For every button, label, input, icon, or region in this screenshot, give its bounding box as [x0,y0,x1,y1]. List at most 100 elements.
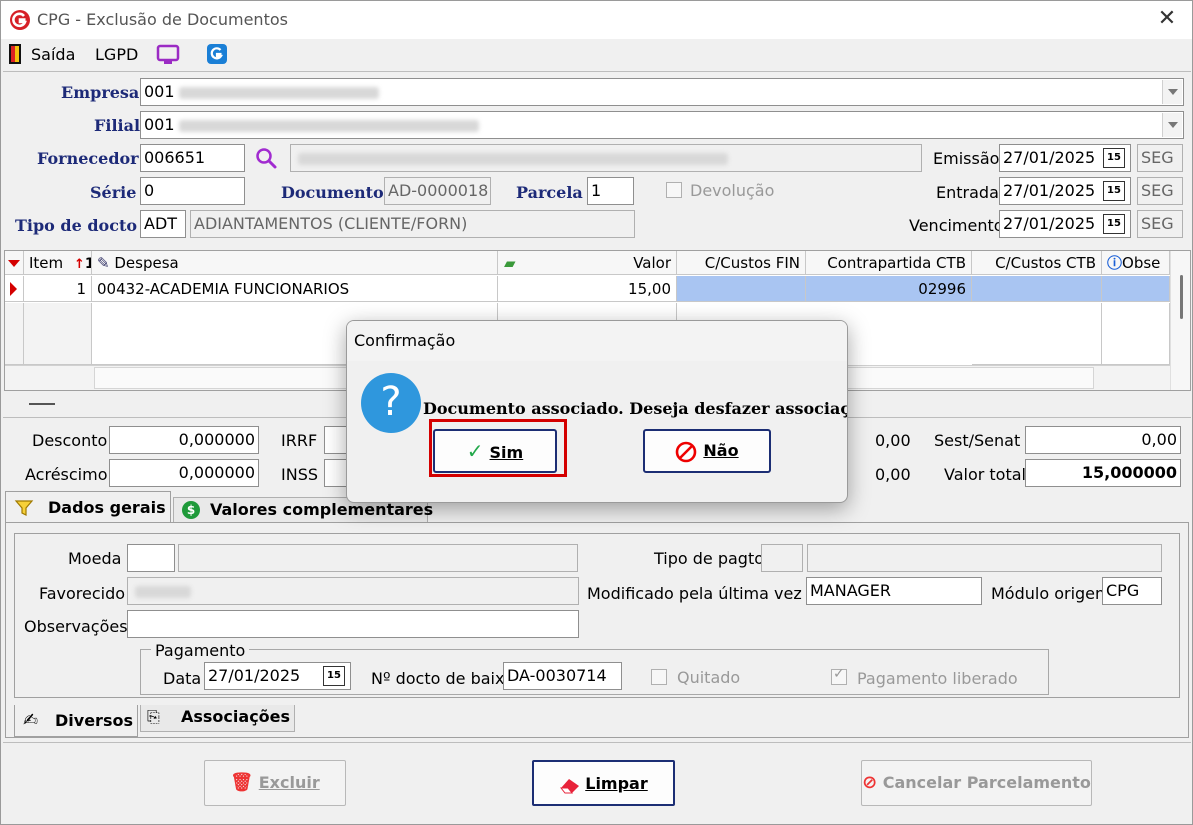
grid-header-obse[interactable]: ⓘObse [1102,251,1170,275]
empty-cell [24,303,92,365]
edit-page-icon: ✍ [23,710,39,731]
money-icon: ▰ [504,254,516,272]
eraser-icon [560,778,580,793]
vencimento-date-input[interactable]: 27/01/2025 15 [999,210,1131,238]
confirmation-dialog: Confirmação ? Documento associado. Desej… [346,320,848,503]
entrada-label: Entrada [936,183,999,202]
tipo-pagto-desc [807,544,1162,572]
quitado-label: Quitado [677,668,741,687]
close-icon[interactable]: ✕ [1153,4,1181,34]
chevron-down-icon[interactable] [1162,80,1182,104]
valor-total-field: 15,000000 [1025,459,1181,487]
table-row-ccfin[interactable] [677,276,806,302]
value-field-1: 0,00 [875,431,911,450]
calendar-icon[interactable]: 15 [1103,214,1125,234]
lgpd-button[interactable]: LGPD [95,45,138,64]
sim-button[interactable]: ✓ Sim [433,429,557,473]
tipo-pagto-code [761,544,803,572]
acrescimo-input[interactable]: 0,000000 [109,459,259,487]
modulo-origem-field: CPG [1102,577,1162,605]
grid-header-item[interactable]: Item ↑1 [24,251,92,275]
link-document-icon: ⎘ [147,707,160,726]
pagamento-legend: Pagamento [151,641,250,660]
exit-door-icon[interactable] [8,43,22,65]
calendar-icon[interactable]: 15 [323,666,345,686]
scrollbar-thumb[interactable] [1180,275,1183,319]
cancelar-parcelamento-button[interactable]: ⊘ Cancelar Parcelamento [861,760,1092,806]
calendar-icon[interactable]: 15 [1103,181,1125,201]
calendar-icon[interactable]: 15 [1103,148,1125,168]
docto-baixa-label: Nº docto de baixa [371,669,515,688]
monitor-icon[interactable] [156,44,180,66]
no-entry-icon [676,441,697,462]
tipo-docto-label: Tipo de docto [15,216,138,235]
no-entry-icon: ⊘ [862,772,878,793]
table-row-obse[interactable] [1102,276,1170,302]
devolucao-label: Devolução [690,181,775,200]
vertical-scrollbar[interactable] [1170,251,1190,390]
table-row-valor[interactable]: 15,00 [498,276,677,302]
title-bar: CPG - Exclusão de Documentos ✕ [1,1,1192,39]
empresa-label: Empresa [61,83,140,102]
app-logo-icon [10,10,30,30]
quitado-checkbox[interactable] [651,669,667,685]
modulo-origem-label: Módulo origem [991,584,1111,603]
grid-header-ccfin[interactable]: C/Custos FIN [677,251,806,275]
tab-associacoes[interactable]: ⎘ Associações [140,705,295,732]
filial-label: Filial [94,116,141,135]
empresa-select[interactable]: 001 [140,78,1184,106]
check-icon: ✓ [833,666,845,682]
pagamento-data-input[interactable]: 27/01/2025 15 [204,662,351,690]
data-label: Data [163,669,202,688]
pagamento-liberado-checkbox[interactable]: ✓ [831,666,847,685]
fornecedor-name-field [290,144,922,172]
vencimento-label: Vencimento [909,216,1004,235]
grid-header-contrapartida[interactable]: Contrapartida CTB [806,251,972,275]
inss-label: INSS [281,465,318,484]
docto-baixa-field: DA-0030714 [503,662,622,690]
app-g-icon[interactable] [206,43,228,65]
entrada-date-input[interactable]: 27/01/2025 15 [999,177,1131,205]
search-icon[interactable] [254,146,278,170]
trash-icon: 🗑︎ [230,772,254,793]
desconto-input[interactable]: 0,000000 [109,426,259,454]
grid-header-despesa[interactable]: ✎ Despesa [92,251,498,275]
empty-cell [1102,303,1170,365]
excluir-button[interactable]: 🗑︎ Excluir [204,760,346,806]
empty-row-indicator [5,303,24,365]
splitter-handle[interactable] [29,403,55,405]
documento-label: Documento [281,183,384,202]
devolucao-checkbox[interactable] [666,182,682,198]
table-row-ccctb[interactable] [972,276,1102,302]
vencimento-weekday: SEG [1137,210,1183,238]
sest-senat-input[interactable]: 0,00 [1025,426,1181,454]
tab-diversos[interactable]: ✍ Diversos [14,705,138,737]
saida-button[interactable]: Saída [31,45,75,64]
filial-select[interactable]: 001 [140,111,1184,139]
grid-header-valor[interactable]: ▰ Valor [498,251,677,275]
parcela-input[interactable]: 1 [587,177,634,205]
modificado-label: Modificado pela última vez por [587,584,834,603]
tipo-docto-code-input[interactable]: ADT [140,210,186,238]
nao-button[interactable]: Não [643,429,771,473]
moeda-label: Moeda [68,549,122,568]
question-icon: ? [361,373,421,433]
chevron-down-icon[interactable] [1162,113,1182,137]
filter-funnel-icon [14,500,34,516]
fornecedor-label: Fornecedor [37,149,139,168]
table-row-item[interactable]: 1 [24,276,92,302]
table-row-despesa[interactable]: 00432-ACADEMIA FUNCIONARIOS [92,276,498,302]
fornecedor-code-input[interactable]: 006651 [140,144,245,172]
triangle-down-icon [8,260,20,267]
sort-arrow-icon: ↑ [73,257,85,272]
emissao-label: Emissão [933,149,1000,168]
serie-label: Série [90,183,137,202]
serie-input[interactable]: 0 [140,177,245,205]
table-row-contrapartida[interactable]: 02996 [806,276,972,302]
limpar-button[interactable]: Limpar [532,760,675,806]
moeda-code-input[interactable] [127,544,175,572]
grid-header-ccctb[interactable]: C/Custos CTB [972,251,1102,275]
emissao-date-input[interactable]: 27/01/2025 15 [999,144,1131,172]
observacoes-input[interactable] [127,610,579,638]
tab-dados-gerais[interactable]: Dados gerais [5,491,171,523]
